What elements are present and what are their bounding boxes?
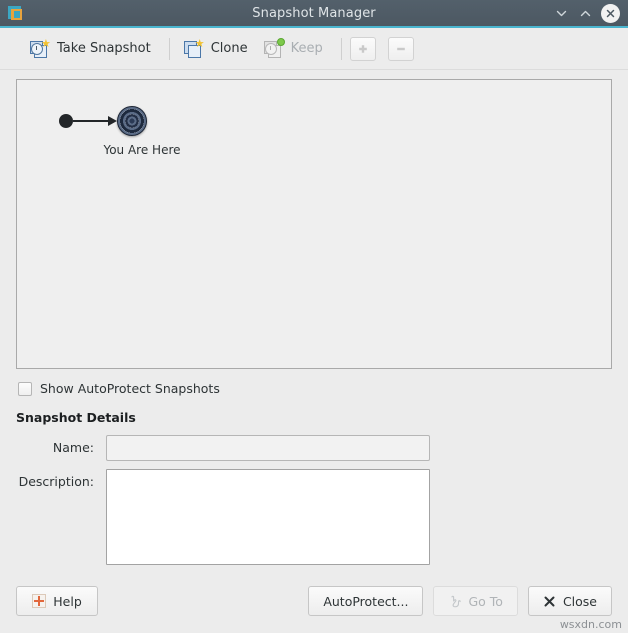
name-input[interactable] (106, 435, 430, 461)
window-controls (550, 2, 628, 24)
keep-icon (263, 37, 285, 59)
go-to-icon (448, 595, 462, 608)
name-label: Name: (52, 440, 94, 455)
show-autoprotect-row[interactable]: Show AutoProtect Snapshots (18, 381, 628, 396)
chevron-down-icon[interactable] (550, 2, 572, 24)
take-snapshot-label: Take Snapshot (57, 41, 151, 56)
help-label: Help (53, 593, 82, 609)
go-to-label: Go To (468, 593, 503, 609)
clone-icon: ★ (183, 38, 205, 59)
description-label: Description: (18, 474, 94, 489)
titlebar: Snapshot Manager (0, 0, 628, 28)
description-row: Description: (0, 469, 628, 565)
help-icon (32, 594, 47, 608)
you-are-here-label: You Are Here (103, 143, 181, 157)
toolbar-separator-1 (168, 37, 170, 60)
snapshot-tree-canvas[interactable]: You Are Here (16, 79, 612, 369)
snapshot-details-form: Name: Description: (0, 435, 628, 565)
help-button[interactable]: Help (16, 586, 98, 616)
go-to-button[interactable]: Go To (433, 586, 518, 616)
snapshot-details-heading: Snapshot Details (16, 410, 136, 425)
toolbar-separator-2 (340, 37, 342, 60)
keep-button[interactable]: Keep (258, 35, 333, 63)
footer-right-group: AutoProtect... Go To Close (308, 586, 612, 616)
close-icon[interactable] (601, 3, 620, 23)
clone-button[interactable]: ★ Clone (178, 35, 258, 63)
take-snapshot-icon: ★ (30, 38, 51, 59)
minus-icon[interactable] (387, 36, 414, 61)
snapshot-node-group: You Are Here (55, 104, 215, 157)
show-autoprotect-label: Show AutoProtect Snapshots (40, 381, 220, 396)
autoprotect-label: AutoProtect... (323, 593, 409, 609)
current-state-target-icon[interactable] (117, 106, 147, 136)
clone-label: Clone (210, 41, 248, 56)
take-snapshot-button[interactable]: ★ Take Snapshot (24, 35, 161, 63)
keep-label: Keep (290, 41, 323, 56)
description-input[interactable] (106, 469, 430, 565)
name-row: Name: (0, 435, 628, 461)
chevron-up-icon[interactable] (574, 2, 596, 24)
arrow-right-icon (73, 116, 117, 126)
toolbar: ★ Take Snapshot ★ Clone Keep (0, 28, 628, 70)
plus-icon[interactable] (349, 36, 376, 61)
watermark: wsxdn.com (559, 618, 622, 631)
window-title: Snapshot Manager (252, 5, 376, 21)
close-label: Close (562, 593, 597, 609)
root-node-dot-icon (59, 114, 73, 128)
autoprotect-button[interactable]: AutoProtect... (308, 586, 424, 616)
show-autoprotect-checkbox[interactable] (18, 381, 32, 396)
close-button[interactable]: Close (527, 586, 612, 616)
close-x-icon (543, 595, 556, 608)
vmware-logo-icon (8, 4, 26, 22)
footer-bar: Help AutoProtect... Go To Close (0, 586, 628, 616)
